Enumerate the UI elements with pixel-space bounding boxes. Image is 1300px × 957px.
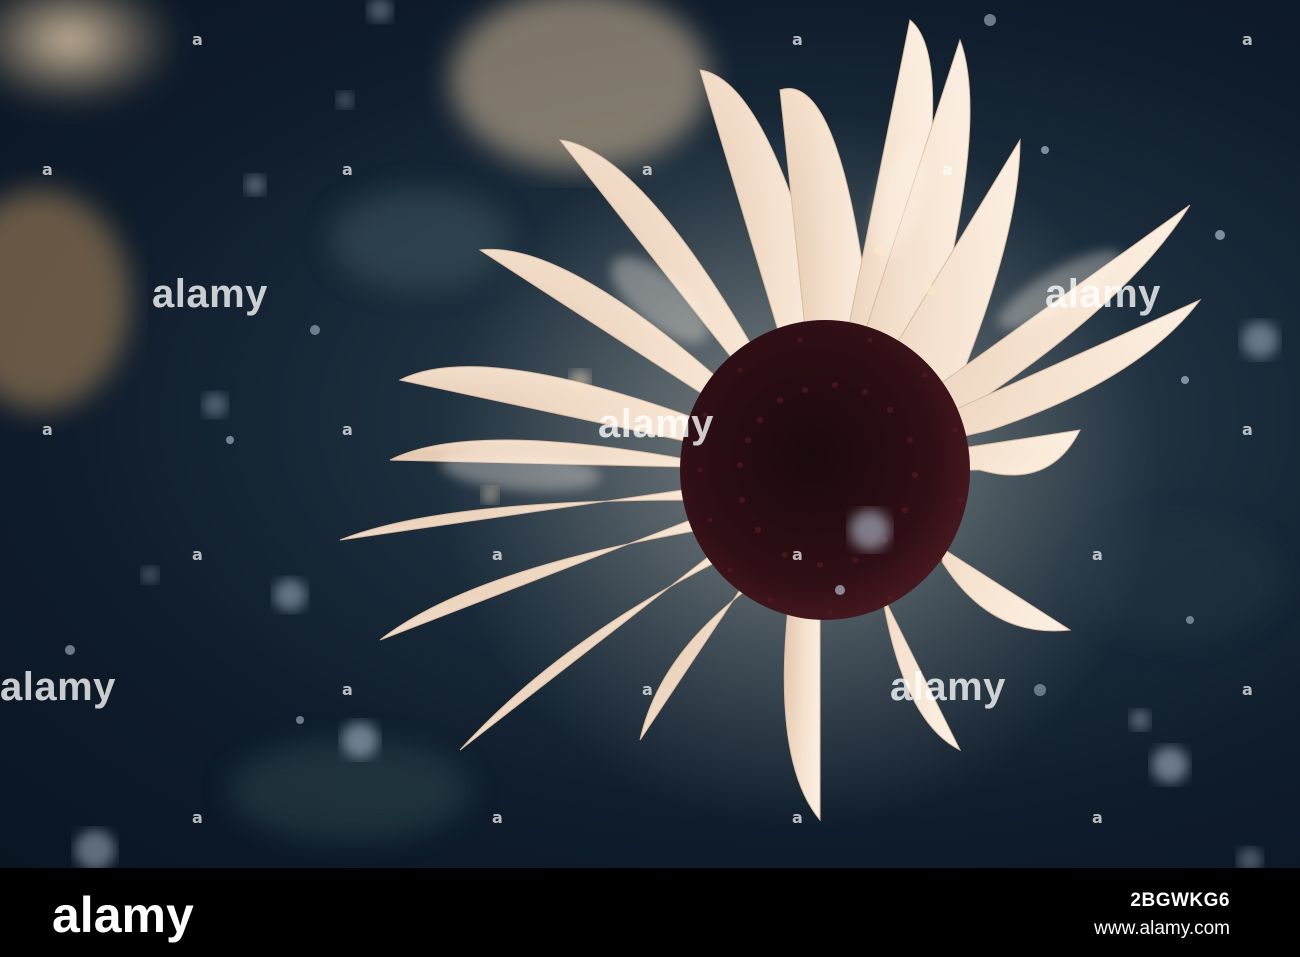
footer-bar: alamy 2BGWKG6 www.alamy.com xyxy=(0,868,1300,957)
watermark-mark: a xyxy=(1092,545,1103,564)
watermark-mark: a xyxy=(192,808,203,827)
watermark-mark: a xyxy=(1242,30,1253,49)
stock-photo: a a a a a a a a a a a a a a a a a a a a … xyxy=(0,0,1300,868)
watermark-mark: a xyxy=(1242,680,1253,699)
watermark-mark: a xyxy=(642,160,653,179)
watermark-text: alamy xyxy=(890,665,1006,709)
watermark-text: alamy xyxy=(598,402,714,446)
watermark-mark: a xyxy=(492,808,503,827)
watermark-mark: a xyxy=(192,30,203,49)
sunflower-center xyxy=(680,320,970,620)
watermark-mark: a xyxy=(492,545,503,564)
watermark-mark: a xyxy=(792,30,803,49)
watermark-mark: a xyxy=(192,545,203,564)
watermark-mark: a xyxy=(342,420,353,439)
watermark-text: alamy xyxy=(0,665,116,709)
watermark-mark: a xyxy=(42,420,53,439)
watermark-mark: a xyxy=(42,160,53,179)
watermark-mark: a xyxy=(792,808,803,827)
watermark-mark: a xyxy=(792,545,803,564)
watermark-mark: a xyxy=(1092,808,1103,827)
watermark-mark: a xyxy=(642,680,653,699)
watermark-mark: a xyxy=(942,160,953,179)
watermark-text: alamy xyxy=(152,272,268,316)
site-url: www.alamy.com xyxy=(1094,918,1230,939)
background-flower-top-left xyxy=(0,0,180,110)
image-id: 2BGWKG6 xyxy=(1130,890,1230,911)
watermark-mark: a xyxy=(1242,420,1253,439)
watermark-text: alamy xyxy=(1045,272,1161,316)
watermark-mark: a xyxy=(342,680,353,699)
brand-logo: alamy xyxy=(52,887,194,943)
watermark-mark: a xyxy=(342,160,353,179)
background-flower-left xyxy=(0,190,130,410)
